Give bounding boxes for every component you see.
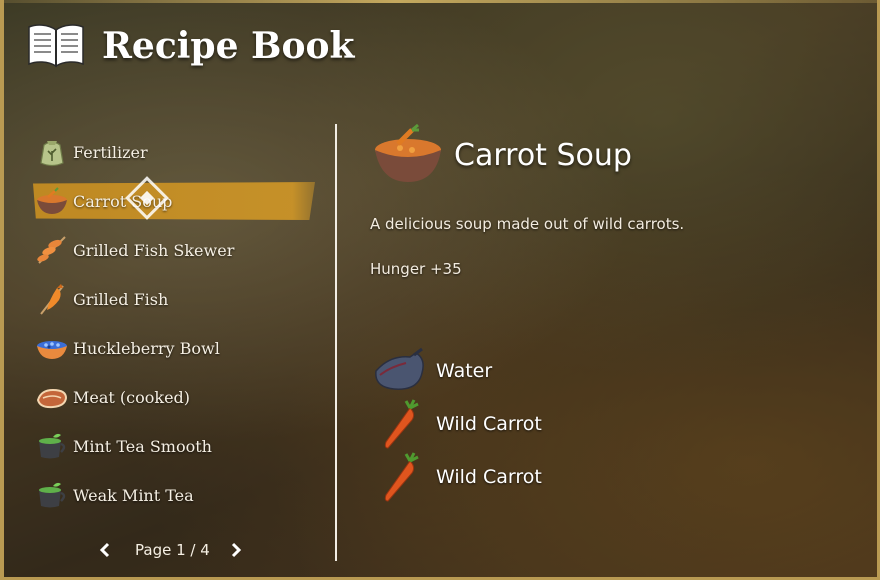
carrot-icon (384, 398, 419, 449)
recipe-stat: Hunger +35 (370, 260, 462, 278)
recipe-item-huckleberry-bowl[interactable]: Huckleberry Bowl (33, 329, 315, 367)
next-page-button[interactable] (226, 538, 246, 562)
soup-bowl-icon (375, 123, 441, 182)
grilled-fish-icon (40, 284, 64, 315)
ingredient-list: Water Wild Carrot Wild Carrot (370, 344, 542, 503)
recipe-item-label: Grilled Fish (73, 289, 169, 309)
header: Recipe Book (26, 22, 354, 70)
open-book-icon (28, 24, 84, 68)
recipe-item-label: Huckleberry Bowl (73, 338, 220, 358)
water-skin-icon (375, 347, 424, 390)
carrot-icon (384, 451, 419, 502)
fertilizer-sack-icon (40, 141, 64, 167)
recipe-item-fertilizer[interactable]: Fertilizer (33, 133, 315, 171)
page-indicator: Page 1 / 4 (135, 541, 210, 559)
mint-tea-icon (39, 482, 66, 508)
cooked-meat-icon (36, 388, 68, 409)
recipe-item-carrot-soup[interactable]: Carrot Soup (33, 182, 315, 220)
ingredient-label: Wild Carrot (436, 465, 542, 488)
recipe-item-label: Weak Mint Tea (73, 485, 194, 505)
page-title: Recipe Book (102, 25, 355, 67)
recipe-description: A delicious soup made out of wild carrot… (370, 215, 685, 233)
recipe-item-grilled-fish[interactable]: Grilled Fish (33, 280, 315, 318)
recipe-item-label: Grilled Fish Skewer (73, 240, 235, 260)
frame-top-border (0, 0, 880, 3)
ingredient-label: Water (436, 359, 493, 382)
berry-bowl-icon (37, 341, 67, 359)
recipe-detail-header: Carrot Soup (372, 122, 632, 188)
mint-tea-icon (39, 433, 66, 459)
pagination: Page 1 / 4 (95, 538, 246, 562)
selection-cursor-icon (125, 176, 169, 220)
ingredient-item: Wild Carrot (370, 397, 542, 450)
soup-bowl-icon (37, 187, 67, 214)
ingredient-label: Wild Carrot (436, 412, 542, 435)
recipe-item-grilled-fish-skewer[interactable]: Grilled Fish Skewer (33, 231, 315, 269)
chevron-right-icon (231, 542, 241, 558)
ingredient-item: Water (370, 344, 542, 397)
recipe-title: Carrot Soup (454, 137, 632, 173)
recipe-list: Fertilizer Carrot Soup Grilled Fish Skew… (33, 133, 315, 525)
prev-page-button[interactable] (95, 538, 115, 562)
recipe-item-weak-mint-tea[interactable]: Weak Mint Tea (33, 476, 315, 514)
recipe-item-label: Meat (cooked) (73, 387, 191, 407)
recipe-item-label: Fertilizer (73, 142, 148, 162)
panel-divider (335, 124, 337, 561)
chevron-left-icon (99, 542, 110, 558)
recipe-item-meat-cooked[interactable]: Meat (cooked) (33, 378, 315, 416)
recipe-item-label: Mint Tea Smooth (73, 436, 212, 456)
fish-skewer-icon (37, 236, 66, 264)
ingredient-item: Wild Carrot (370, 450, 542, 503)
recipe-item-mint-tea-smooth[interactable]: Mint Tea Smooth (33, 427, 315, 465)
